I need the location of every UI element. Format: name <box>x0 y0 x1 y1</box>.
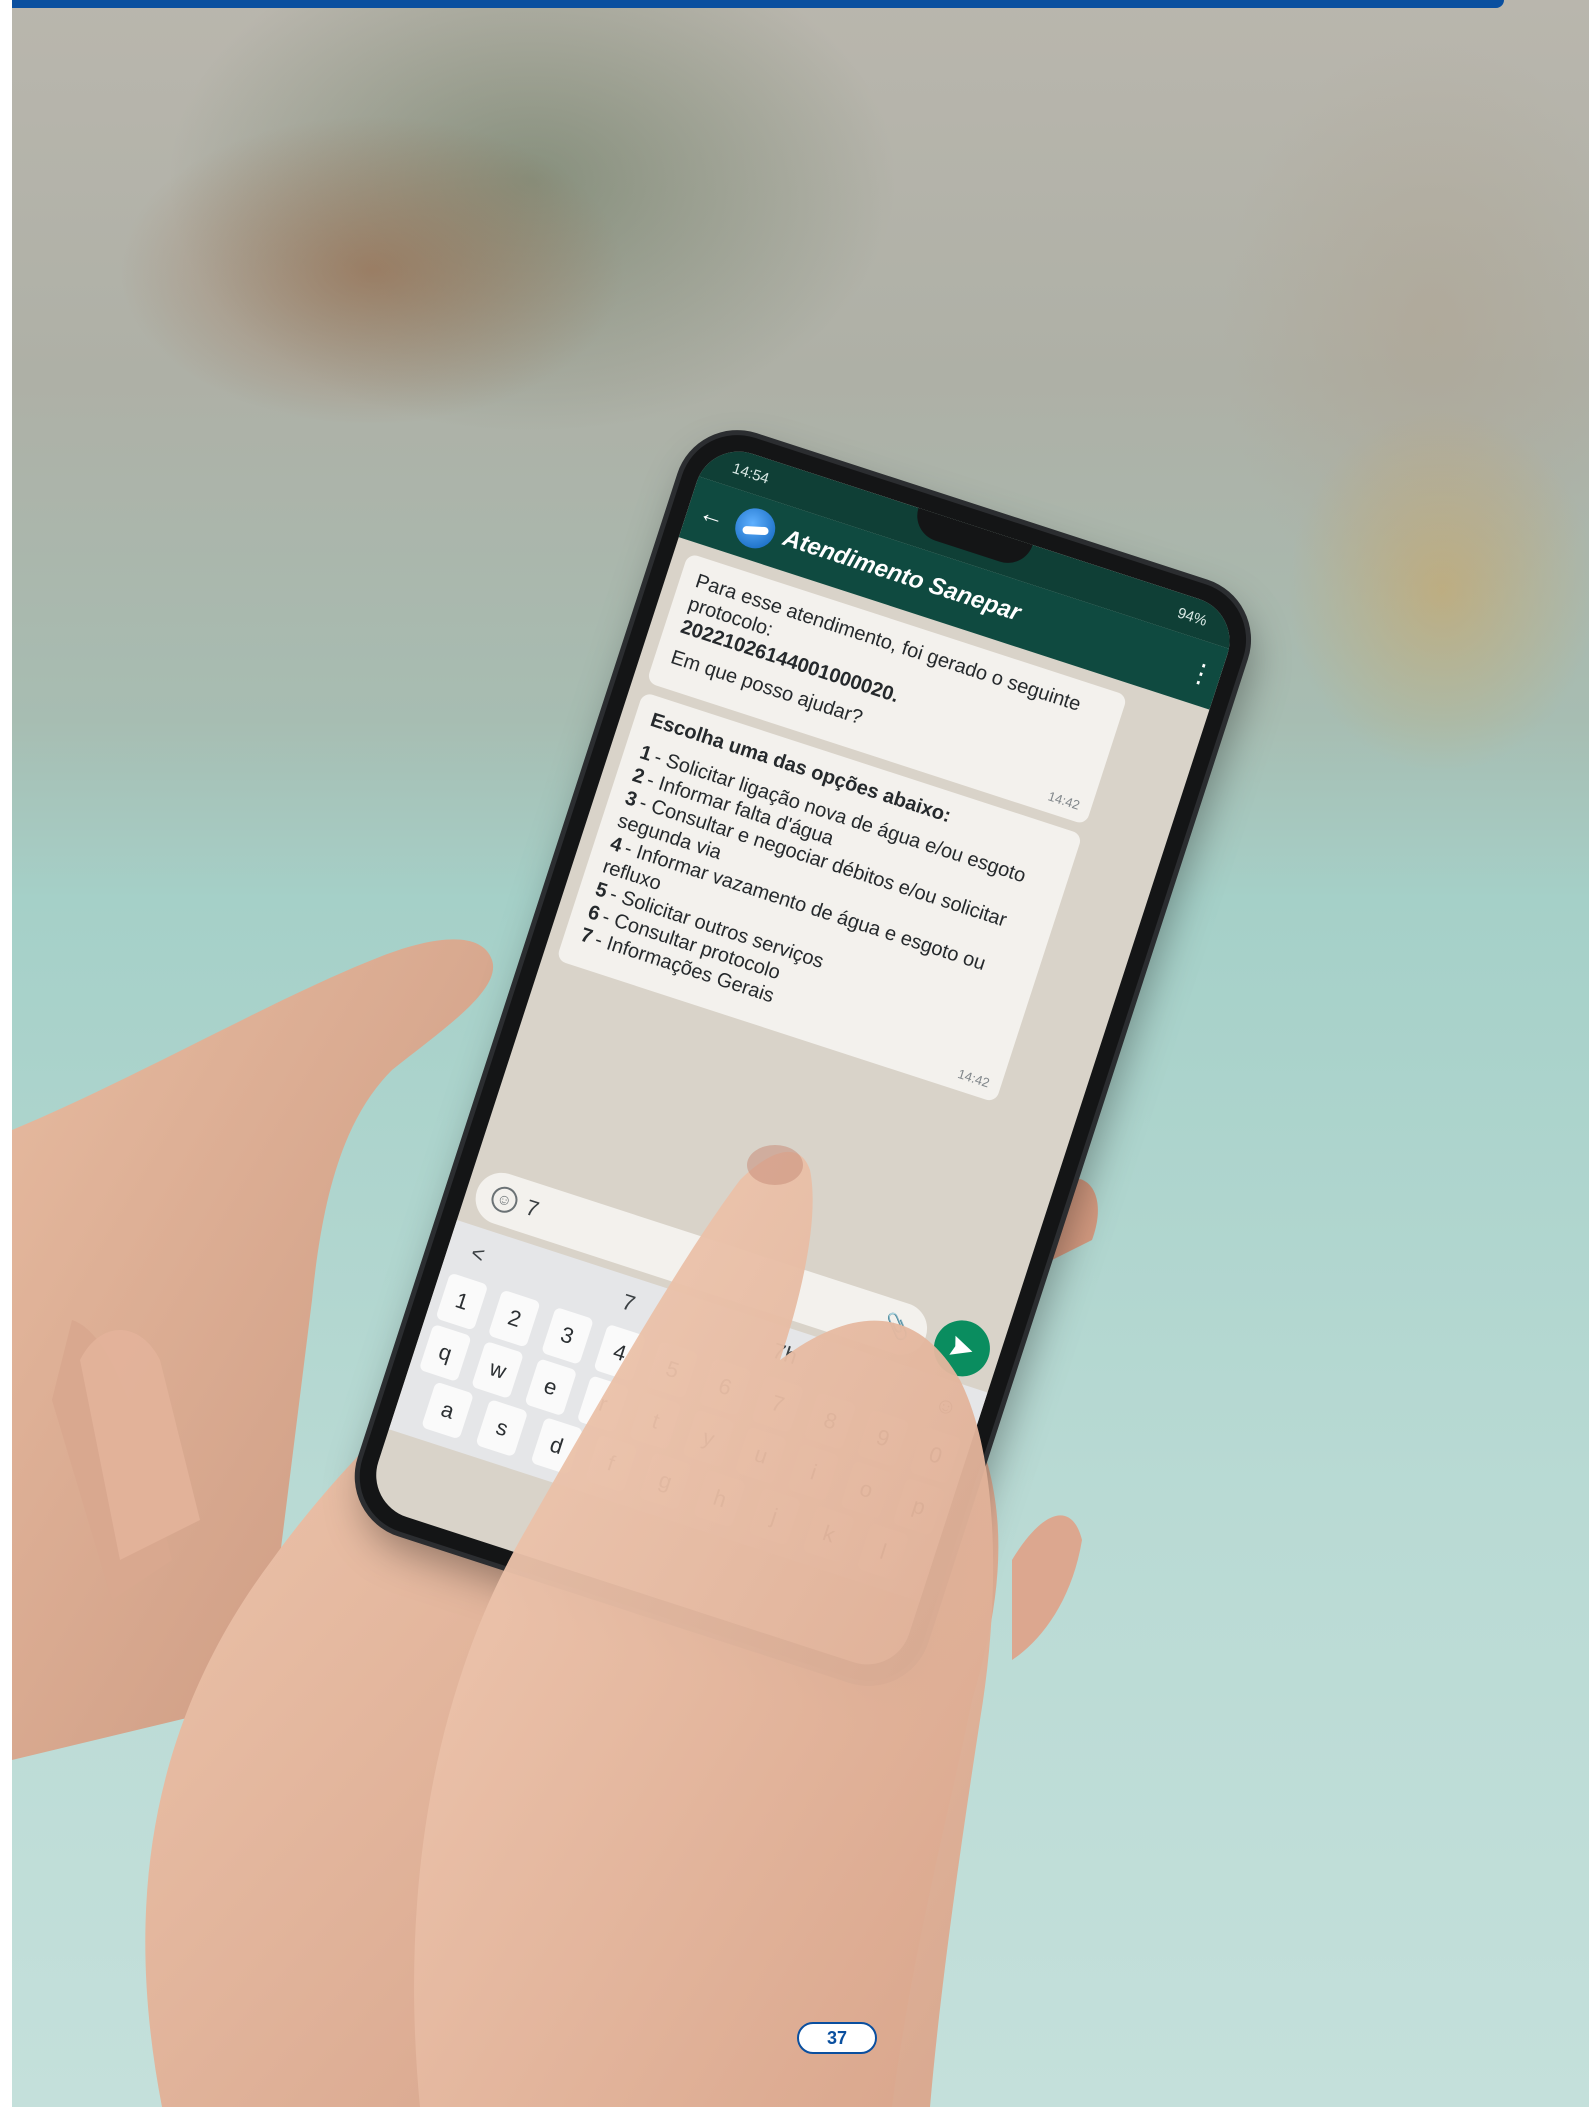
key[interactable]: e <box>524 1358 577 1417</box>
battery-level: 94% <box>1175 604 1210 630</box>
key[interactable]: s <box>475 1399 529 1458</box>
top-accent-bar <box>12 0 1504 8</box>
key[interactable]: u <box>734 1426 788 1485</box>
key[interactable]: y <box>681 1409 735 1468</box>
key[interactable]: 4 <box>593 1323 647 1382</box>
key[interactable]: i <box>787 1443 841 1502</box>
key[interactable]: k <box>802 1505 856 1564</box>
suggestion-item[interactable]: 7 <box>619 1289 638 1318</box>
emoji-icon[interactable]: ☺ <box>488 1183 521 1217</box>
send-button[interactable] <box>926 1313 998 1384</box>
key[interactable]: a <box>421 1381 475 1440</box>
send-icon <box>949 1335 973 1355</box>
key[interactable]: 7 <box>751 1375 805 1434</box>
key[interactable]: 2 <box>488 1289 541 1348</box>
key[interactable]: w <box>471 1341 525 1400</box>
key[interactable]: o <box>839 1460 893 1519</box>
key[interactable]: l <box>856 1522 910 1582</box>
key[interactable]: r <box>576 1375 630 1434</box>
key[interactable]: j <box>747 1487 801 1546</box>
status-time: 14:54 <box>730 459 772 488</box>
key[interactable]: 8 <box>803 1392 857 1451</box>
key[interactable]: 0 <box>909 1426 962 1485</box>
back-arrow-icon[interactable]: ← <box>695 496 731 534</box>
key[interactable]: 9 <box>856 1409 910 1468</box>
key[interactable]: q <box>418 1323 472 1382</box>
key[interactable]: t <box>629 1392 683 1451</box>
key[interactable]: h <box>693 1469 747 1528</box>
key[interactable]: d <box>530 1416 583 1475</box>
key[interactable]: p <box>892 1477 946 1536</box>
key[interactable]: 5 <box>645 1340 699 1399</box>
key[interactable]: g <box>638 1452 692 1511</box>
suggestion-back[interactable]: < <box>468 1240 488 1269</box>
key[interactable]: f <box>584 1434 638 1493</box>
key[interactable]: 3 <box>540 1306 594 1365</box>
attachment-icon[interactable]: 📎 <box>880 1311 915 1344</box>
page-number-badge: 37 <box>797 2022 877 2054</box>
avatar[interactable] <box>730 503 781 554</box>
suggestion-item[interactable]: 7h <box>769 1338 800 1370</box>
key[interactable]: 1 <box>435 1272 489 1331</box>
emoji-keyboard-icon[interactable]: ☺ <box>931 1390 961 1422</box>
key[interactable]: 6 <box>698 1358 752 1417</box>
